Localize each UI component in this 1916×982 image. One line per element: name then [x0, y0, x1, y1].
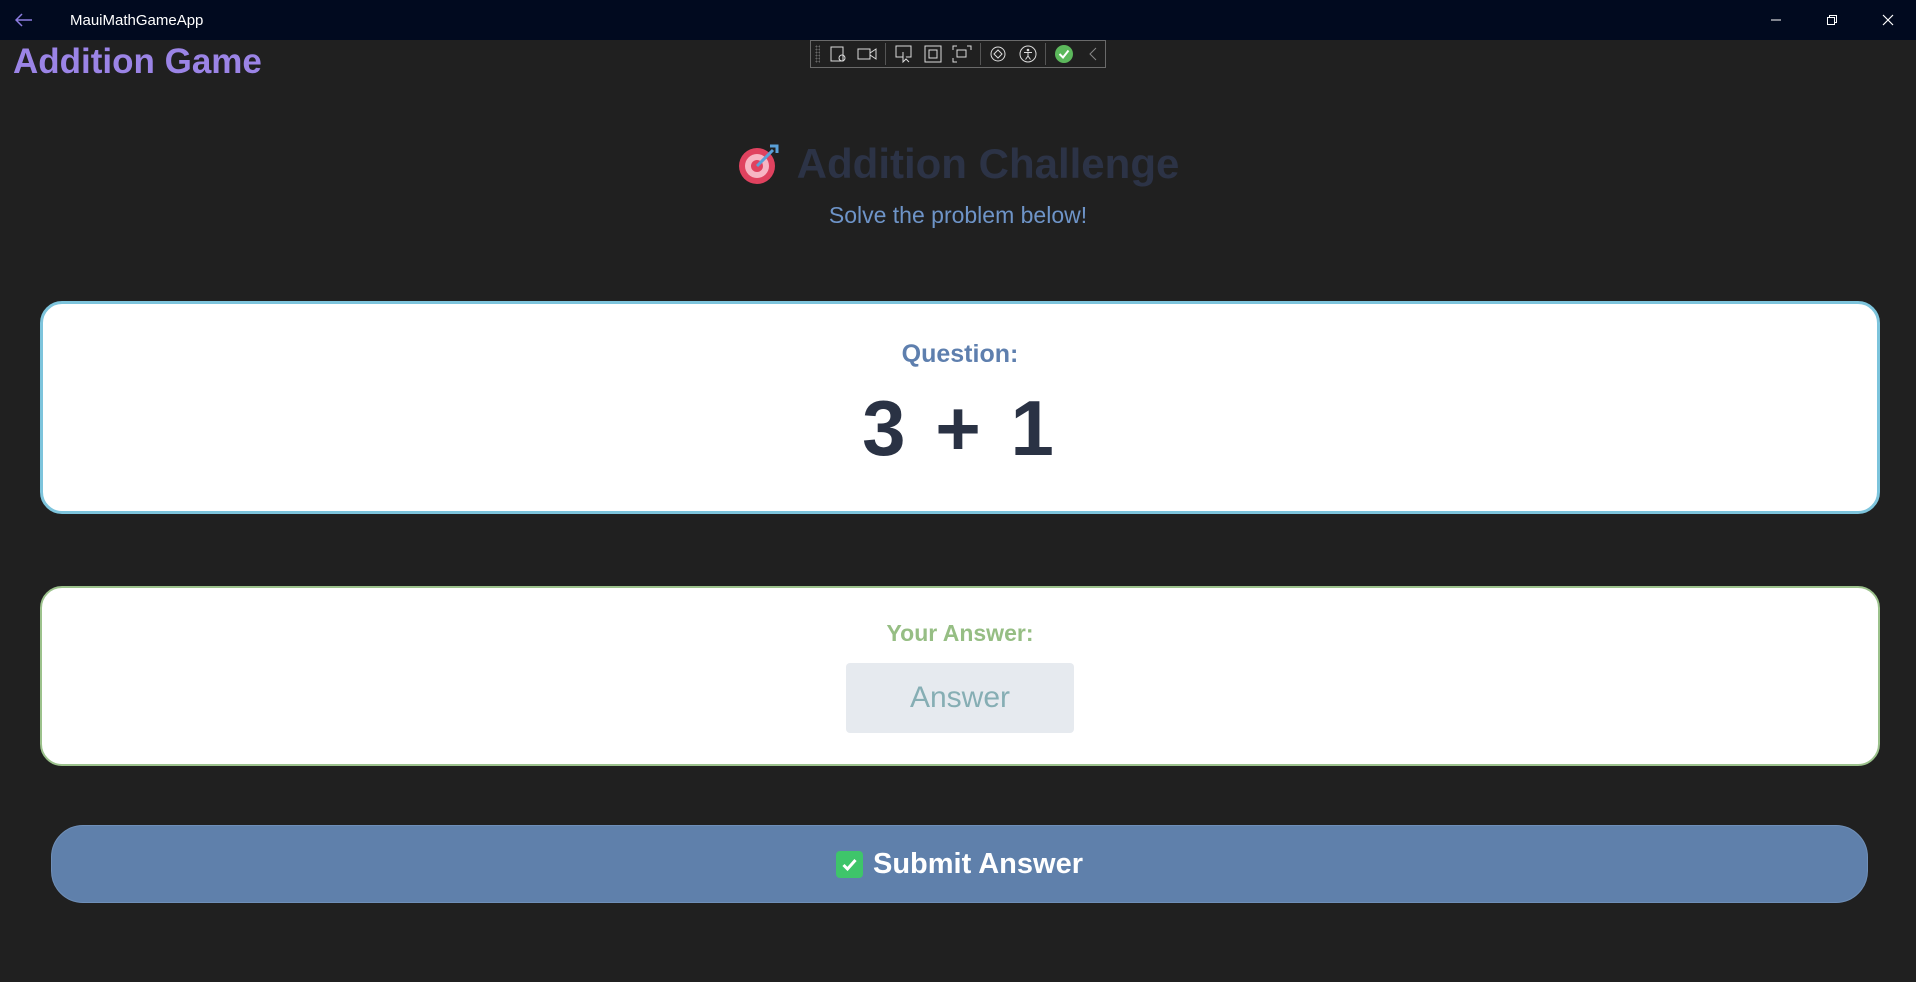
- display-layout-adorners-button[interactable]: [921, 43, 944, 65]
- toolbar-separator: [885, 43, 886, 65]
- back-button[interactable]: [0, 0, 48, 40]
- hot-reload-icon: [990, 46, 1006, 62]
- toolbar-separator: [979, 43, 981, 65]
- select-element-button[interactable]: [892, 43, 915, 65]
- record-button[interactable]: [856, 43, 879, 65]
- toolbar-separator: [1045, 43, 1047, 65]
- submit-answer-label: Submit Answer: [872, 847, 1083, 880]
- challenge-header: Addition Challenge Solve the problem bel…: [0, 140, 1916, 229]
- collapse-toolbar-button[interactable]: [1082, 43, 1105, 65]
- visual-tree-icon: [830, 46, 846, 62]
- restore-button[interactable]: [1804, 0, 1860, 40]
- question-expression: 3 + 1: [862, 384, 1058, 472]
- title-bar: MauiMathGameApp: [0, 0, 1916, 40]
- question-label: Question:: [901, 340, 1019, 368]
- layout-adorner-icon: [924, 45, 942, 63]
- close-icon: [1882, 14, 1894, 26]
- check-circle-icon: [1055, 45, 1073, 63]
- live-visual-tree-button[interactable]: [826, 43, 849, 65]
- window-controls: [1748, 0, 1916, 40]
- answer-card: Your Answer:: [40, 586, 1880, 766]
- answer-label: Your Answer:: [886, 620, 1034, 646]
- challenge-subtitle: Solve the problem below!: [828, 202, 1088, 228]
- restore-icon: [1827, 15, 1837, 25]
- submit-answer-button[interactable]: Submit Answer: [51, 825, 1868, 903]
- chevron-left-icon: [1089, 47, 1097, 61]
- minimize-button[interactable]: [1748, 0, 1804, 40]
- track-focus-icon: [952, 45, 972, 63]
- app-title: MauiMathGameApp: [70, 11, 204, 29]
- accessibility-icon: [1019, 45, 1037, 63]
- minimize-icon: [1771, 19, 1781, 21]
- check-box-icon: [835, 850, 863, 878]
- answer-input[interactable]: [846, 663, 1074, 733]
- debug-toolbar: [810, 40, 1106, 68]
- track-focused-element-button[interactable]: [951, 43, 974, 65]
- page-title: Addition Game: [13, 42, 262, 81]
- select-pointer-icon: [895, 45, 912, 63]
- close-button[interactable]: [1860, 0, 1916, 40]
- video-camera-icon: [857, 48, 877, 60]
- accessibility-checker-button[interactable]: [1016, 43, 1039, 65]
- status-ok-button[interactable]: [1052, 43, 1075, 65]
- toolbar-grip-icon[interactable]: [815, 45, 821, 63]
- arrow-left-icon: [15, 13, 32, 27]
- target-icon: [738, 144, 779, 184]
- question-card: Question: 3 + 1: [40, 301, 1880, 514]
- hot-reload-button[interactable]: [987, 43, 1010, 65]
- challenge-title: Addition Challenge: [796, 140, 1180, 187]
